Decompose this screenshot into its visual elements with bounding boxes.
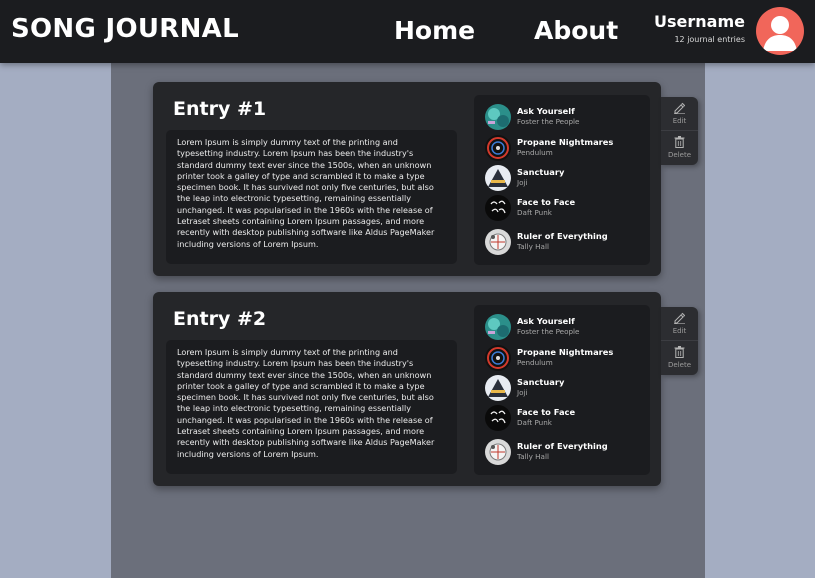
- entry-text-box: Lorem Ipsum is simply dummy text of the …: [166, 130, 457, 264]
- album-cover-ask-yourself: [485, 314, 511, 340]
- trash-icon: [674, 346, 685, 358]
- delete-button[interactable]: Delete: [661, 341, 698, 375]
- entry-text: Lorem Ipsum is simply dummy text of the …: [177, 137, 435, 249]
- pencil-icon: [674, 312, 685, 324]
- delete-label: Delete: [668, 361, 691, 369]
- song-artist: Pendulum: [517, 358, 553, 367]
- album-cover-sanctuary: [485, 165, 511, 191]
- song-title: Ask Yourself: [517, 316, 575, 326]
- journal-entry-count: 12 journal entries: [674, 35, 745, 44]
- album-cover-ruler-of-everything: [485, 439, 511, 465]
- album-cover-face-to-face: [485, 405, 511, 431]
- username: Username: [654, 12, 745, 31]
- song-item[interactable]: Propane Nightmares Pendulum: [485, 345, 645, 371]
- song-artist: Foster the People: [517, 327, 580, 336]
- edit-label: Edit: [672, 327, 687, 335]
- album-cover-propane-nightmares: [485, 135, 511, 161]
- album-cover-ruler-of-everything: [485, 229, 511, 255]
- song-artist: Pendulum: [517, 148, 553, 157]
- song-title: Ruler of Everything: [517, 231, 608, 241]
- delete-label: Delete: [668, 151, 691, 159]
- song-title: Sanctuary: [517, 167, 565, 177]
- trash-icon: [674, 136, 685, 148]
- song-artist: Daft Punk: [517, 418, 552, 427]
- entry-title: Entry #1: [173, 98, 267, 120]
- song-artist: Tally Hall: [517, 452, 549, 461]
- edit-label: Edit: [672, 117, 687, 125]
- song-item[interactable]: Sanctuary Joji: [485, 165, 645, 191]
- song-artist: Joji: [517, 388, 528, 397]
- album-cover-sanctuary: [485, 375, 511, 401]
- song-artist: Foster the People: [517, 117, 580, 126]
- song-title: Propane Nightmares: [517, 137, 614, 147]
- song-artist: Tally Hall: [517, 242, 549, 251]
- song-item[interactable]: Ruler of Everything Tally Hall: [485, 439, 645, 465]
- song-title: Ruler of Everything: [517, 441, 608, 451]
- edit-button[interactable]: Edit: [661, 307, 698, 341]
- journal-entry-card: Entry #2 Lorem Ipsum is simply dummy tex…: [153, 292, 661, 486]
- nav-about-link[interactable]: About: [534, 16, 618, 45]
- edit-button[interactable]: Edit: [661, 97, 698, 131]
- song-title: Ask Yourself: [517, 106, 575, 116]
- song-item[interactable]: Ask Yourself Foster the People: [485, 104, 645, 130]
- song-list: Ask Yourself Foster the People Propane N…: [474, 305, 650, 475]
- song-item[interactable]: Ruler of Everything Tally Hall: [485, 229, 645, 255]
- song-item[interactable]: Sanctuary Joji: [485, 375, 645, 401]
- entry-actions: Edit Delete: [661, 97, 698, 165]
- entry-text-box: Lorem Ipsum is simply dummy text of the …: [166, 340, 457, 474]
- song-item[interactable]: Propane Nightmares Pendulum: [485, 135, 645, 161]
- song-item[interactable]: Face to Face Daft Punk: [485, 405, 645, 431]
- song-title: Face to Face: [517, 407, 576, 417]
- song-list: Ask Yourself Foster the People Propane N…: [474, 95, 650, 265]
- album-cover-ask-yourself: [485, 104, 511, 130]
- song-title: Sanctuary: [517, 377, 565, 387]
- nav-home-link[interactable]: Home: [394, 16, 475, 45]
- app-brand[interactable]: SONG JOURNAL: [11, 14, 239, 44]
- pencil-icon: [674, 102, 685, 114]
- album-cover-propane-nightmares: [485, 345, 511, 371]
- song-title: Face to Face: [517, 197, 576, 207]
- entry-title: Entry #2: [173, 308, 267, 330]
- song-artist: Joji: [517, 178, 528, 187]
- album-cover-face-to-face: [485, 195, 511, 221]
- user-avatar[interactable]: [756, 7, 804, 55]
- app-header: SONG JOURNAL Home About Username 12 jour…: [0, 0, 815, 63]
- song-item[interactable]: Ask Yourself Foster the People: [485, 314, 645, 340]
- entry-actions: Edit Delete: [661, 307, 698, 375]
- delete-button[interactable]: Delete: [661, 131, 698, 165]
- song-title: Propane Nightmares: [517, 347, 614, 357]
- user-silhouette-icon: [763, 16, 797, 51]
- entry-text: Lorem Ipsum is simply dummy text of the …: [177, 347, 435, 459]
- song-artist: Daft Punk: [517, 208, 552, 217]
- song-item[interactable]: Face to Face Daft Punk: [485, 195, 645, 221]
- journal-entry-card: Entry #1 Lorem Ipsum is simply dummy tex…: [153, 82, 661, 276]
